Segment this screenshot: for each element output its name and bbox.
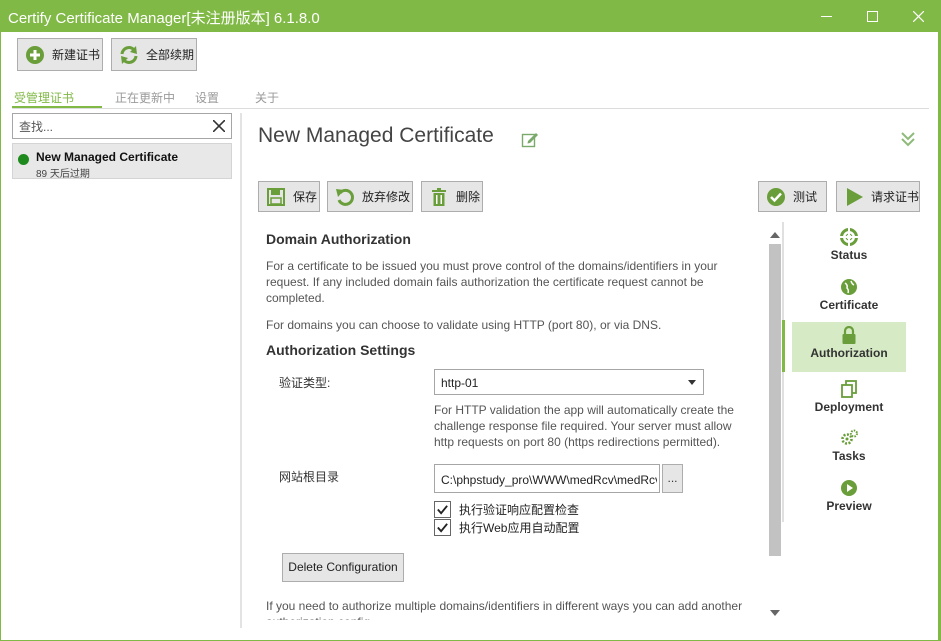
multiple-auth-note: If you need to authorize multiple domain… [266, 599, 743, 620]
page-title: New Managed Certificate [258, 124, 494, 147]
undo-icon [334, 186, 356, 208]
nav-certificate-label: Certificate [819, 298, 879, 312]
tab-settings[interactable]: 设置 [195, 89, 219, 106]
authorization-intro: For a certificate to be issued you must … [266, 259, 718, 305]
play-circle-icon [841, 480, 857, 496]
test-label: 测试 [793, 190, 818, 204]
copy-icon [841, 380, 857, 398]
tab-in-progress[interactable]: 正在更新中 [115, 89, 175, 106]
search-input[interactable] [19, 118, 204, 135]
certificate-name: New Managed Certificate [36, 150, 179, 164]
check-validation-option[interactable]: 执行验证响应配置检查 [434, 501, 579, 518]
save-button[interactable]: 保存 [258, 181, 320, 212]
clear-search-button[interactable] [210, 117, 228, 135]
window-title: Certify Certificate Manager[未注册版本] 6.1.8… [8, 10, 320, 27]
lock-icon [842, 326, 856, 344]
request-certificate-button[interactable]: 请求证书 [836, 181, 920, 212]
gears-icon [841, 429, 858, 445]
trash-icon [428, 186, 450, 208]
minimize-button[interactable] [803, 0, 849, 32]
checkmark-icon [437, 523, 448, 533]
scroll-up-icon[interactable] [770, 232, 780, 238]
status-dot [18, 154, 29, 165]
content-scrollbar[interactable] [769, 228, 781, 620]
tab-managed-certificates[interactable]: 受管理证书 [14, 89, 74, 106]
nav-preview[interactable]: Preview [792, 475, 906, 525]
tab-about[interactable]: 关于 [255, 89, 279, 106]
new-certificate-button[interactable]: 新建证书 [17, 38, 103, 71]
challenge-type-label: 验证类型: [279, 376, 331, 390]
certificate-expiry: 89 天后过期 [36, 169, 90, 180]
edit-icon[interactable] [521, 130, 539, 148]
window-border-left [0, 32, 1, 641]
nav-certificate[interactable]: Certificate [792, 274, 906, 324]
scroll-down-icon[interactable] [770, 610, 780, 616]
authorization-settings-heading: Authorization Settings [266, 342, 416, 358]
nav-preview-label: Preview [826, 499, 872, 513]
certificate-list-item[interactable]: New Managed Certificate 89 天后过期 [12, 143, 232, 180]
close-icon [213, 120, 225, 132]
nav-deployment-label: Deployment [814, 400, 884, 414]
save-label: 保存 [293, 190, 318, 204]
discard-changes-label: 放弃修改 [362, 190, 411, 204]
nav-authorization[interactable]: Authorization [792, 322, 906, 372]
renew-all-label: 全部续期 [146, 48, 195, 62]
delete-configuration-button[interactable]: Delete Configuration [282, 553, 404, 582]
web-root-label: 网站根目录 [279, 470, 340, 484]
checkmark-icon [437, 505, 448, 515]
maximize-icon [866, 10, 878, 22]
nav-status[interactable]: Status [792, 224, 906, 274]
maximize-button[interactable] [849, 0, 895, 32]
new-certificate-label: 新建证书 [52, 48, 101, 62]
globe-icon [841, 279, 857, 295]
chevron-double-down-icon[interactable] [899, 130, 917, 148]
check-validation-label: 执行验证响应配置检查 [459, 503, 580, 517]
tab-divider [12, 108, 929, 109]
renew-all-button[interactable]: 全部续期 [111, 38, 197, 71]
browse-button[interactable]: ... [662, 464, 683, 493]
lifebuoy-icon [840, 228, 858, 246]
auto-config-option[interactable]: 执行Web应用自动配置 [434, 519, 579, 536]
check-circle-icon [765, 186, 787, 208]
test-button[interactable]: 测试 [758, 181, 827, 212]
delete-button[interactable]: 删除 [421, 181, 483, 212]
challenge-type-help: For HTTP validation the app will automat… [434, 403, 734, 449]
delete-label: 删除 [456, 190, 481, 204]
nav-authorization-label: Authorization [810, 346, 888, 360]
search-box [12, 113, 232, 139]
web-root-input[interactable] [441, 471, 657, 488]
nav-tasks[interactable]: Tasks [792, 425, 906, 475]
challenge-type-value: http-01 [441, 376, 479, 390]
refresh-icon [118, 44, 140, 66]
web-root-field [434, 464, 660, 493]
request-certificate-label: 请求证书 [871, 190, 920, 204]
nav-tasks-label: Tasks [832, 449, 866, 463]
title-bar: Certify Certificate Manager[未注册版本] 6.1.8… [0, 0, 941, 32]
save-icon [265, 186, 287, 208]
auto-config-checkbox[interactable] [434, 519, 451, 536]
scrollbar-thumb[interactable] [769, 244, 781, 556]
plus-circle-icon [24, 44, 46, 66]
chevron-down-icon [688, 380, 696, 385]
panel-splitter[interactable] [240, 113, 242, 628]
authorization-panel: Domain Authorization For a certificate t… [258, 224, 768, 620]
close-window-button[interactable] [895, 0, 941, 32]
active-nav-indicator [782, 320, 785, 372]
section-navigation: Status Certificate Authorization Deploym… [782, 222, 912, 522]
minimize-icon [820, 15, 832, 17]
discard-changes-button[interactable]: 放弃修改 [327, 181, 413, 212]
nav-status-label: Status [830, 248, 868, 262]
play-icon [843, 186, 865, 208]
auto-config-label: 执行Web应用自动配置 [459, 521, 580, 535]
close-icon [912, 10, 924, 22]
challenge-type-select[interactable]: http-01 [434, 369, 704, 395]
nav-deployment[interactable]: Deployment [792, 376, 906, 426]
domain-authorization-heading: Domain Authorization [266, 231, 411, 247]
authorization-intro-dns: For domains you can choose to validate u… [266, 318, 662, 332]
check-validation-checkbox[interactable] [434, 501, 451, 518]
